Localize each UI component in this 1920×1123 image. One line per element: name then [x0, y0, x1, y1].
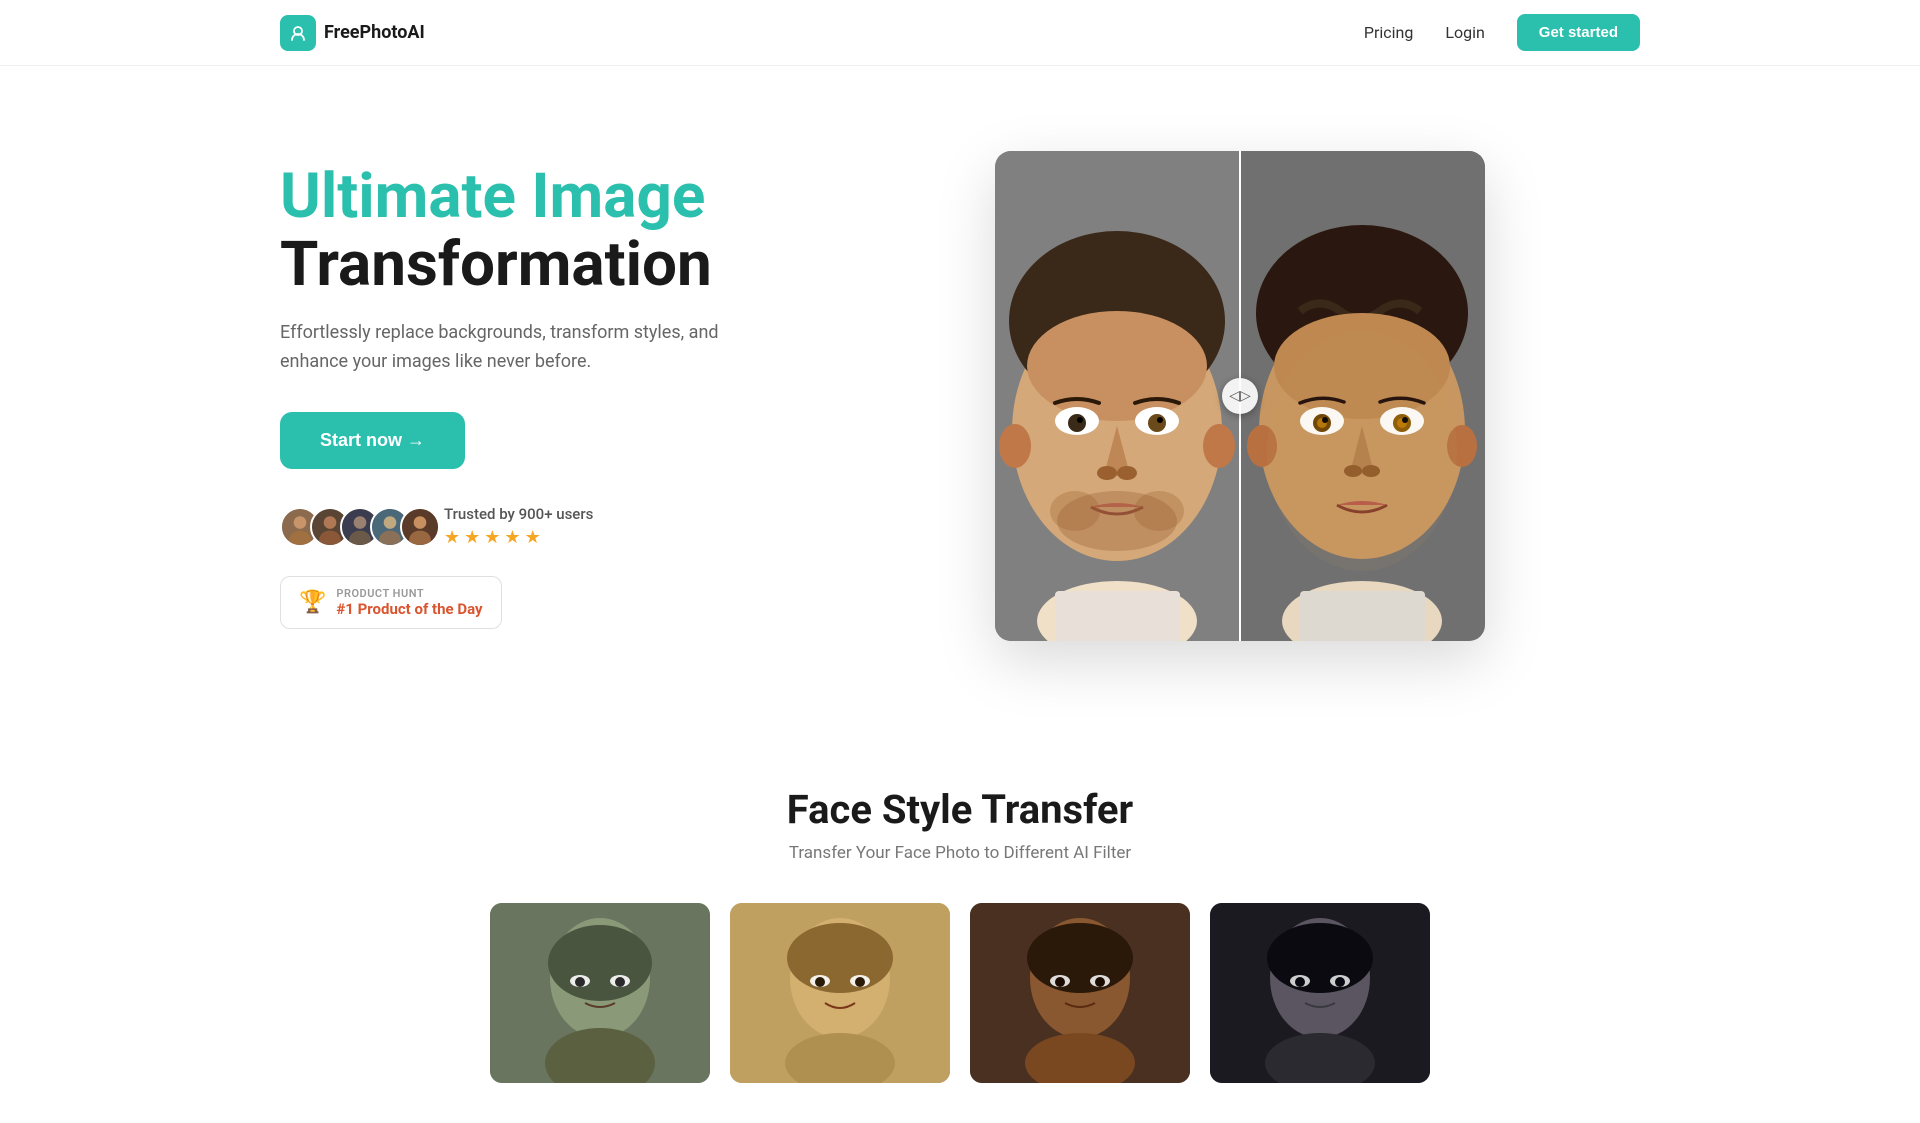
star-2: ★ [464, 527, 480, 548]
logo[interactable]: FreePhotoAI [280, 15, 425, 51]
navbar: FreePhotoAI Pricing Login Get started [0, 0, 1920, 66]
star-3: ★ [484, 527, 500, 548]
get-started-button[interactable]: Get started [1517, 14, 1640, 51]
preview-card-4[interactable] [1210, 903, 1430, 1083]
start-now-button[interactable]: Start now → [280, 412, 465, 469]
avatar [400, 507, 440, 547]
trusted-info: Trusted by 900+ users ★ ★ ★ ★ ★ [444, 505, 593, 548]
comparison-left-panel [995, 151, 1240, 641]
hero-left: Ultimate Image Transformation Effortless… [280, 163, 760, 630]
preview-card-2[interactable] [730, 903, 950, 1083]
hero-subtitle: Effortlessly replace backgrounds, transf… [280, 319, 760, 377]
product-hunt-label: PRODUCT HUNT [336, 587, 482, 600]
social-proof: Trusted by 900+ users ★ ★ ★ ★ ★ [280, 505, 760, 548]
nav-login[interactable]: Login [1445, 23, 1484, 42]
nav-links: Pricing Login Get started [1364, 14, 1640, 51]
preview-cards [280, 903, 1640, 1083]
trusted-text: Trusted by 900+ users [444, 505, 593, 523]
user-avatars [280, 507, 430, 547]
product-hunt-info: PRODUCT HUNT #1 Product of the Day [336, 587, 482, 618]
preview-card-1[interactable] [490, 903, 710, 1083]
product-hunt-badge[interactable]: 🏆 PRODUCT HUNT #1 Product of the Day [280, 576, 502, 629]
trophy-icon: 🏆 [299, 590, 326, 615]
star-4: ★ [504, 527, 520, 548]
product-hunt-title: #1 Product of the Day [336, 600, 482, 618]
face-style-subtitle: Transfer Your Face Photo to Different AI… [280, 843, 1640, 863]
hero-section: Ultimate Image Transformation Effortless… [0, 66, 1920, 726]
stars-row: ★ ★ ★ ★ ★ [444, 527, 593, 548]
hero-right: ◁▷ [840, 151, 1640, 641]
star-1: ★ [444, 527, 460, 548]
face-style-title: Face Style Transfer [280, 786, 1640, 833]
hero-title-line2: Transformation [280, 228, 712, 301]
comparison-right-panel [1240, 151, 1485, 641]
logo-icon [280, 15, 316, 51]
hero-title-line1: Ultimate Image [280, 160, 705, 233]
comparison-handle[interactable]: ◁▷ [1222, 378, 1258, 414]
nav-pricing[interactable]: Pricing [1364, 23, 1414, 42]
comparison-slider[interactable]: ◁▷ [995, 151, 1485, 641]
logo-text: FreePhotoAI [324, 22, 425, 43]
star-5: ★ [525, 527, 541, 548]
face-style-section: Face Style Transfer Transfer Your Face P… [0, 726, 1920, 1123]
preview-card-3[interactable] [970, 903, 1190, 1083]
hero-title: Ultimate Image Transformation [280, 163, 760, 299]
